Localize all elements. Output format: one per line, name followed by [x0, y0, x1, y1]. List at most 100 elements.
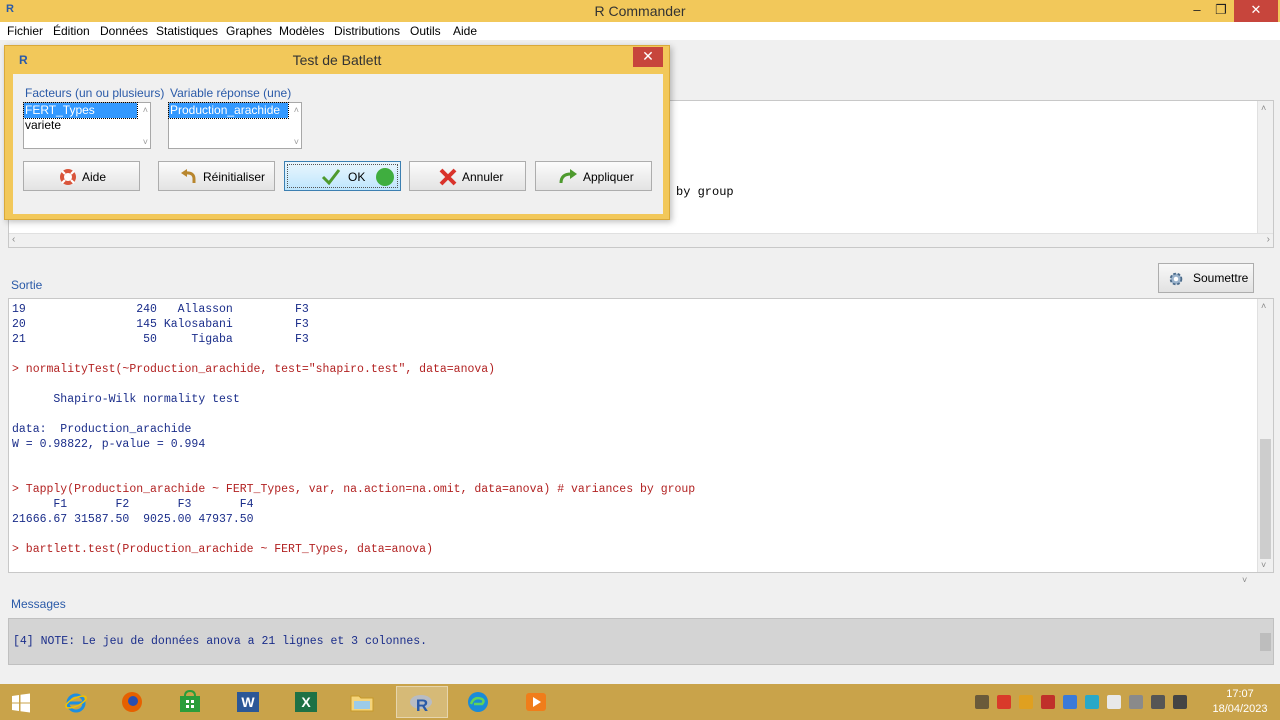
clock-date: 18/04/2023 — [1212, 703, 1268, 715]
tray-app-icon[interactable] — [1063, 695, 1077, 709]
tray-flag-icon[interactable] — [1129, 695, 1143, 709]
menu-fichier[interactable]: Fichier — [7, 24, 43, 38]
start-button[interactable] — [2, 686, 42, 718]
menu-distributions[interactable]: Distributions — [334, 24, 400, 38]
tray-security-icon[interactable] — [1107, 695, 1121, 709]
tray-clock[interactable]: 17:07 18/04/2023 — [1205, 687, 1275, 717]
output-command-line: > normalityTest(~Production_arachide, te… — [12, 363, 496, 376]
undo-arrow-icon — [181, 169, 196, 183]
script-text: by group — [676, 185, 734, 199]
tray-bluetooth-icon[interactable] — [1085, 695, 1099, 709]
factor-item-fert-types[interactable]: FERT_Types — [23, 102, 138, 119]
dialog-close-button[interactable]: ✕ — [633, 47, 663, 67]
factor-item-variete[interactable]: variete — [24, 118, 137, 133]
reset-button-label: Réinitialiser — [203, 170, 266, 184]
output-vertical-scrollbar[interactable]: ˄ ˅ — [1257, 299, 1273, 572]
menu-bar: Fichier Édition Données Statistiques Gra… — [0, 22, 1280, 40]
checkmark-icon — [321, 169, 341, 186]
ok-button-label: OK — [348, 170, 366, 184]
taskbar-media-player[interactable] — [512, 686, 564, 718]
tray-pdf-icon[interactable] — [1041, 695, 1055, 709]
taskbar-store[interactable] — [166, 686, 218, 718]
scroll-up-icon[interactable]: ˄ — [1261, 301, 1266, 311]
window-title-bar[interactable]: R R Commander – ❐ ✕ — [0, 0, 1280, 22]
menu-graphes[interactable]: Graphes — [226, 24, 272, 38]
output-window[interactable]: 19 240 Allasson F3 20 145 Kalosabani F3 21… — [8, 298, 1274, 573]
tray-network-icon[interactable] — [975, 695, 989, 709]
scroll-right-icon[interactable]: › — [1267, 234, 1270, 245]
submit-button[interactable]: Soumettre — [1158, 263, 1254, 293]
menu-aide[interactable]: Aide — [453, 24, 477, 38]
menu-edition[interactable]: Édition — [53, 24, 90, 38]
taskbar-r-commander[interactable]: R — [396, 686, 448, 718]
output-label: Sortie — [11, 278, 43, 292]
taskbar-excel[interactable]: X — [282, 686, 334, 718]
factors-label: Facteurs (un ou plusieurs) — [25, 86, 165, 100]
firefox-icon — [122, 692, 142, 712]
response-item-production-arachide[interactable]: Production_arachide — [168, 102, 289, 119]
message-line: [4] NOTE: Le jeu de données anova a 21 l… — [13, 635, 428, 648]
apply-arrow-icon — [559, 169, 577, 184]
media-player-icon — [526, 693, 546, 711]
scroll-up-icon[interactable]: ˄ — [294, 105, 299, 115]
lifebuoy-icon — [60, 169, 76, 185]
output-result-line: 19 240 Allasson F3 — [12, 303, 309, 316]
output-command-line: > Tapply(Production_arachide ~ FERT_Type… — [12, 483, 696, 496]
taskbar-internet-explorer[interactable] — [52, 686, 104, 718]
messages-label: Messages — [11, 597, 66, 611]
output-result-line: data: Production_arachide — [12, 423, 192, 436]
output-result-line — [12, 407, 695, 422]
messages-window[interactable]: [4] NOTE: Le jeu de données anova a 21 l… — [8, 618, 1274, 665]
menu-modeles[interactable]: Modèles — [279, 24, 324, 38]
output-result-line: 20 145 Kalosabani F3 — [12, 318, 309, 331]
scroll-up-icon[interactable]: ˄ — [1261, 103, 1266, 113]
menu-outils[interactable]: Outils — [410, 24, 441, 38]
scroll-up-icon[interactable]: ˄ — [143, 105, 148, 115]
windows-logo-icon — [12, 693, 30, 713]
tray-app-icon[interactable] — [1019, 695, 1033, 709]
script-vertical-scrollbar[interactable]: ˄ ˅ — [1257, 101, 1273, 247]
taskbar-edge[interactable] — [454, 686, 506, 718]
ok-button[interactable]: OK — [284, 161, 401, 191]
scroll-thumb[interactable] — [1260, 439, 1271, 559]
scroll-left-icon[interactable]: ‹ — [12, 234, 15, 245]
taskbar-file-explorer[interactable] — [338, 686, 390, 718]
menu-donnees[interactable]: Données — [100, 24, 148, 38]
response-label: Variable réponse (une) — [170, 86, 292, 100]
output-command-line: > bartlett.test(Production_arachide ~ FE… — [12, 543, 433, 556]
store-icon — [180, 690, 200, 712]
response-listbox[interactable]: Production_arachide ˄ ˅ — [168, 102, 302, 149]
cancel-x-icon — [439, 168, 457, 186]
help-button[interactable]: Aide — [23, 161, 140, 191]
excel-icon: X — [295, 692, 317, 712]
tray-volume-icon[interactable] — [1173, 695, 1187, 709]
dialog-body: Facteurs (un ou plusieurs) FERT_Types va… — [13, 74, 663, 214]
word-icon: W — [237, 692, 259, 712]
script-horizontal-scrollbar[interactable]: ‹ › — [9, 233, 1273, 247]
output-result-line — [12, 377, 695, 392]
dialog-title: Test de Batlett — [292, 52, 382, 68]
edge-icon — [468, 692, 488, 712]
factors-listbox[interactable]: FERT_Types variete ˄ ˅ — [23, 102, 151, 149]
r-logo-icon: R — [410, 695, 432, 715]
scroll-down-icon[interactable]: ˅ — [1242, 575, 1247, 585]
taskbar-word[interactable]: W — [224, 686, 276, 718]
cancel-button-label: Annuler — [462, 170, 504, 184]
scroll-down-icon[interactable]: ˅ — [294, 137, 299, 147]
taskbar-firefox[interactable] — [108, 686, 160, 718]
scroll-down-icon[interactable]: ˅ — [1261, 560, 1266, 570]
tray-youtube-icon[interactable] — [997, 695, 1011, 709]
scroll-down-icon[interactable]: ˅ — [143, 137, 148, 147]
tray-wifi-icon[interactable] — [1151, 695, 1165, 709]
menu-statistiques[interactable]: Statistiques — [156, 24, 218, 38]
apply-button[interactable]: Appliquer — [535, 161, 652, 191]
bartlett-dialog: R Test de Batlett ✕ Facteurs (un ou plus… — [4, 45, 670, 220]
output-result-line — [12, 527, 695, 542]
cancel-button[interactable]: Annuler — [409, 161, 526, 191]
svg-text:W: W — [241, 694, 255, 710]
close-button[interactable]: ✕ — [1234, 0, 1278, 22]
scroll-thumb[interactable] — [1260, 633, 1271, 651]
cursor-dot-icon — [376, 168, 394, 186]
maximize-button[interactable]: ❐ — [1206, 0, 1236, 22]
reset-button[interactable]: Réinitialiser — [158, 161, 275, 191]
